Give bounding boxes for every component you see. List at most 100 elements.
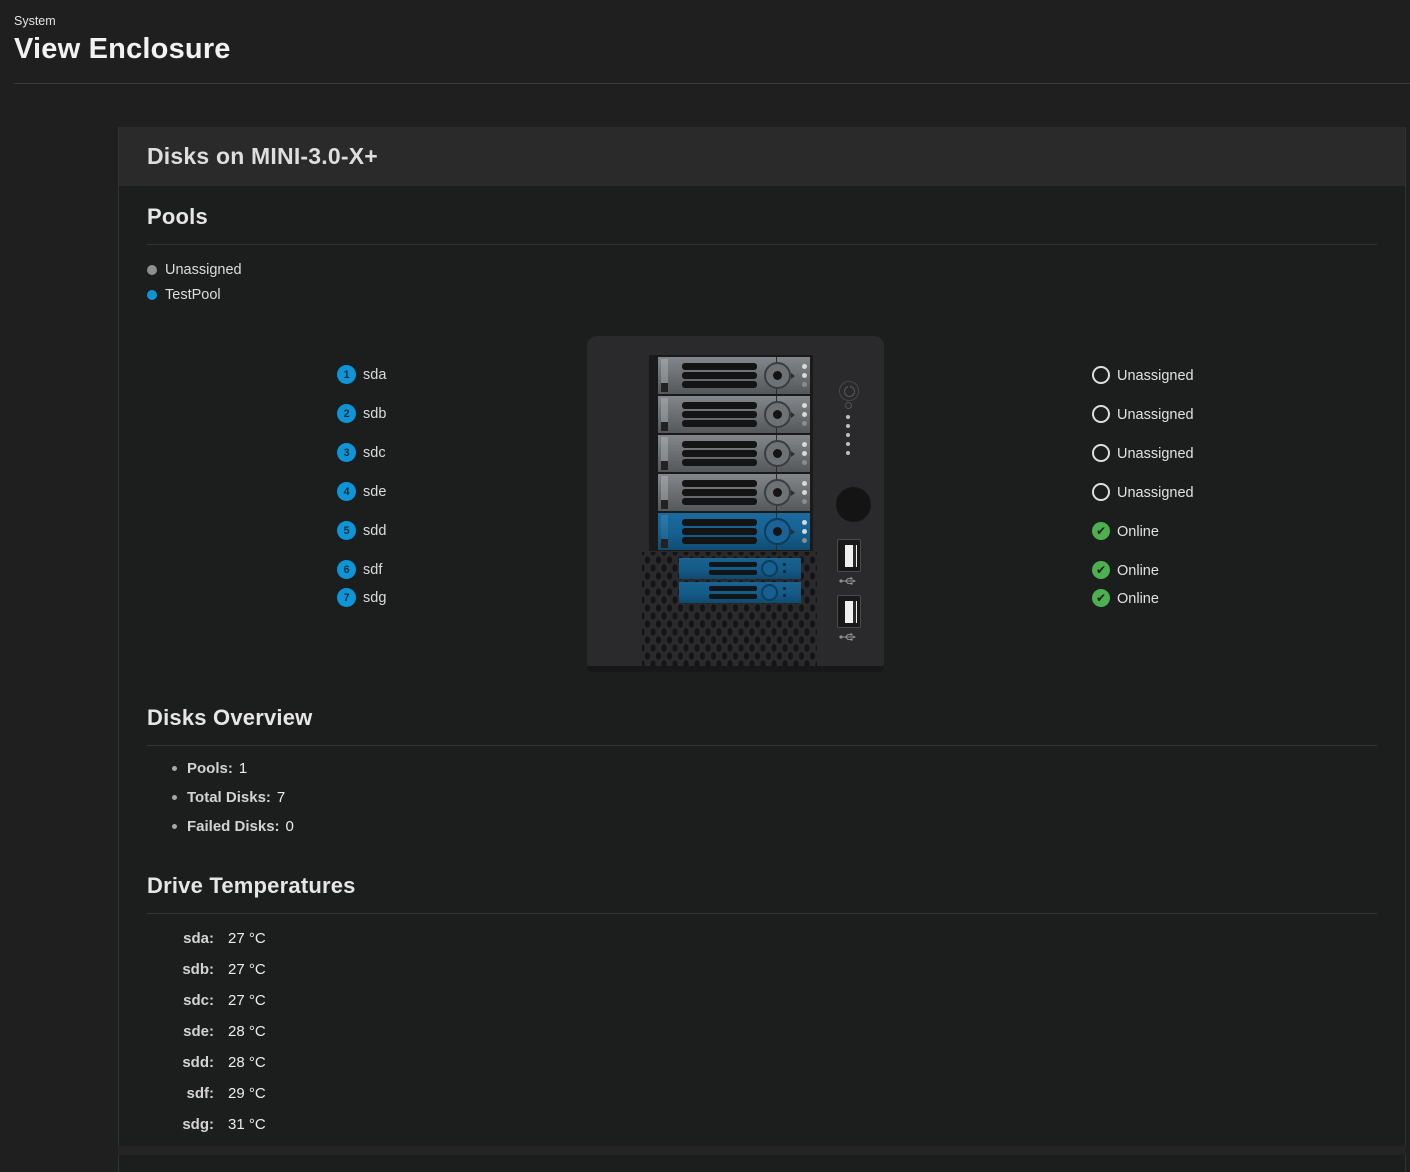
tray-slot: [682, 402, 757, 409]
disks-card-body: Pools Unassigned TestPool: [119, 186, 1405, 1172]
circle-outline-icon: [1092, 366, 1110, 384]
temperature-value: 28 °C: [228, 1054, 1377, 1085]
tray-led-icon: [802, 538, 807, 543]
disk-status-label: Unassigned: [1117, 445, 1194, 463]
tray-knob-icon: [764, 401, 791, 428]
tray-latch: [661, 437, 668, 470]
tray-slot: [682, 441, 757, 448]
usb-symbol-icon: [839, 576, 857, 586]
led-dot-icon: [846, 415, 850, 419]
tray-latch: [661, 398, 668, 431]
enclosure-visual: 1sdaUnassigned2sdbUnassigned3sdcUnassign…: [147, 336, 1377, 681]
disk-name-label: sdf: [363, 561, 382, 579]
usb-port-icon: [837, 539, 861, 572]
temperature-value: 27 °C: [228, 992, 1377, 1023]
tray-knob-pointer: [791, 373, 795, 379]
drive-tray-sdb[interactable]: [658, 396, 810, 433]
pools-heading: Pools: [147, 204, 1377, 245]
tray-slot: [682, 489, 757, 496]
tray-led-icon: [802, 421, 807, 426]
page-divider: [14, 83, 1410, 84]
tray-knob-pointer: [791, 490, 795, 496]
breadcrumb-system[interactable]: System: [14, 14, 1410, 28]
drive-tray-sda[interactable]: [658, 357, 810, 394]
next-card-peek: [118, 1146, 1406, 1155]
legend-item: Unassigned: [147, 257, 1377, 282]
led-dot-icon: [846, 433, 850, 437]
check-circle-icon: ✔: [1092, 589, 1110, 607]
drive-tray-sdg[interactable]: [679, 582, 801, 603]
tray-led-icon: [802, 442, 807, 447]
usb-port-icon: [837, 595, 861, 628]
temperature-value: 28 °C: [228, 1023, 1377, 1054]
drive-tray-sdc[interactable]: [658, 435, 810, 472]
tray-slot: [682, 372, 757, 379]
legend-label: Unassigned: [165, 262, 242, 278]
drive-tray-sdf[interactable]: [679, 558, 801, 579]
disk-number-badge: 3: [337, 443, 356, 462]
disk-status-label: Online: [1117, 562, 1159, 580]
tray-slot: [682, 519, 757, 526]
usb-symbol-icon: [839, 632, 857, 642]
drive-tray-sde[interactable]: [658, 474, 810, 511]
tray-slot: [682, 420, 757, 427]
temperature-row: sde:28 °C: [147, 1023, 1377, 1054]
tray-latch: [661, 359, 668, 392]
temperature-value: 27 °C: [228, 961, 1377, 992]
temperature-disk-label: sdf:: [147, 1085, 214, 1116]
temperature-value: 29 °C: [228, 1085, 1377, 1116]
tray-led-icon: [802, 451, 807, 456]
pools-legend: Unassigned TestPool: [147, 257, 1377, 307]
tray-led-icon: [802, 373, 807, 378]
disk-name-label: sda: [363, 366, 386, 384]
status-led-icon: [845, 402, 852, 409]
disks-card-header: Disks on MINI-3.0-X+: [119, 127, 1405, 186]
overview-item: Failed Disks:0: [147, 818, 1377, 835]
overview-item-label: Total Disks:: [187, 789, 271, 806]
disk-name-label: sdd: [363, 522, 386, 540]
temperature-value: 27 °C: [228, 930, 1377, 961]
disk-status-label: Unassigned: [1117, 367, 1194, 385]
tray-slot: [709, 594, 757, 599]
disk-status-label: Unassigned: [1117, 484, 1194, 502]
disk-number-badge: 2: [337, 404, 356, 423]
tray-slot: [682, 537, 757, 544]
disk-number-badge: 4: [337, 482, 356, 501]
page-header: System View Enclosure: [0, 0, 1410, 66]
temperature-disk-label: sdb:: [147, 961, 214, 992]
disks-card-title: Disks on MINI-3.0-X+: [147, 143, 378, 170]
tray-led-icon: [802, 412, 807, 417]
tray-led-icon: [783, 594, 786, 597]
tray-led-icon: [802, 382, 807, 387]
disks-card: Disks on MINI-3.0-X+ Pools Unassigned Tes…: [118, 127, 1406, 1172]
disk-status-label: Online: [1117, 590, 1159, 608]
tray-knob-icon: [764, 518, 791, 545]
tray-latch: [661, 515, 668, 548]
legend-label: TestPool: [165, 287, 221, 303]
tray-knob-pointer: [791, 529, 795, 535]
tray-led-icon: [802, 529, 807, 534]
overview-item-label: Pools:: [187, 760, 233, 777]
check-circle-icon: ✔: [1092, 522, 1110, 540]
enclosure-drawing: [587, 336, 884, 672]
tray-knob-icon: [761, 584, 778, 601]
disk-name-label: sdc: [363, 444, 386, 462]
drive-tray-sdd[interactable]: [658, 513, 810, 550]
check-circle-icon: ✔: [1092, 561, 1110, 579]
disk-number-badge: 7: [337, 588, 356, 607]
tray-led-icon: [802, 364, 807, 369]
temperature-row: sdb: 27 °C: [147, 961, 1377, 992]
tray-led-icon: [802, 490, 807, 495]
drive-temperatures-list: sda:27 °Csdb:27 °Csdc:27 °Csde:28 °Csdd:…: [147, 930, 1377, 1147]
overview-item: Total Disks:7: [147, 789, 1377, 806]
pool-color-dot-icon: [147, 265, 157, 275]
tray-slot: [682, 480, 757, 487]
tray-latch: [661, 476, 668, 509]
tray-slot: [682, 381, 757, 388]
tray-slot: [682, 363, 757, 370]
circle-outline-icon: [1092, 483, 1110, 501]
disk-number-badge: 5: [337, 521, 356, 540]
disks-overview-list: Pools:1Total Disks:7Failed Disks:0: [147, 760, 1377, 835]
tray-led-icon: [783, 570, 786, 573]
tray-slot: [682, 528, 757, 535]
